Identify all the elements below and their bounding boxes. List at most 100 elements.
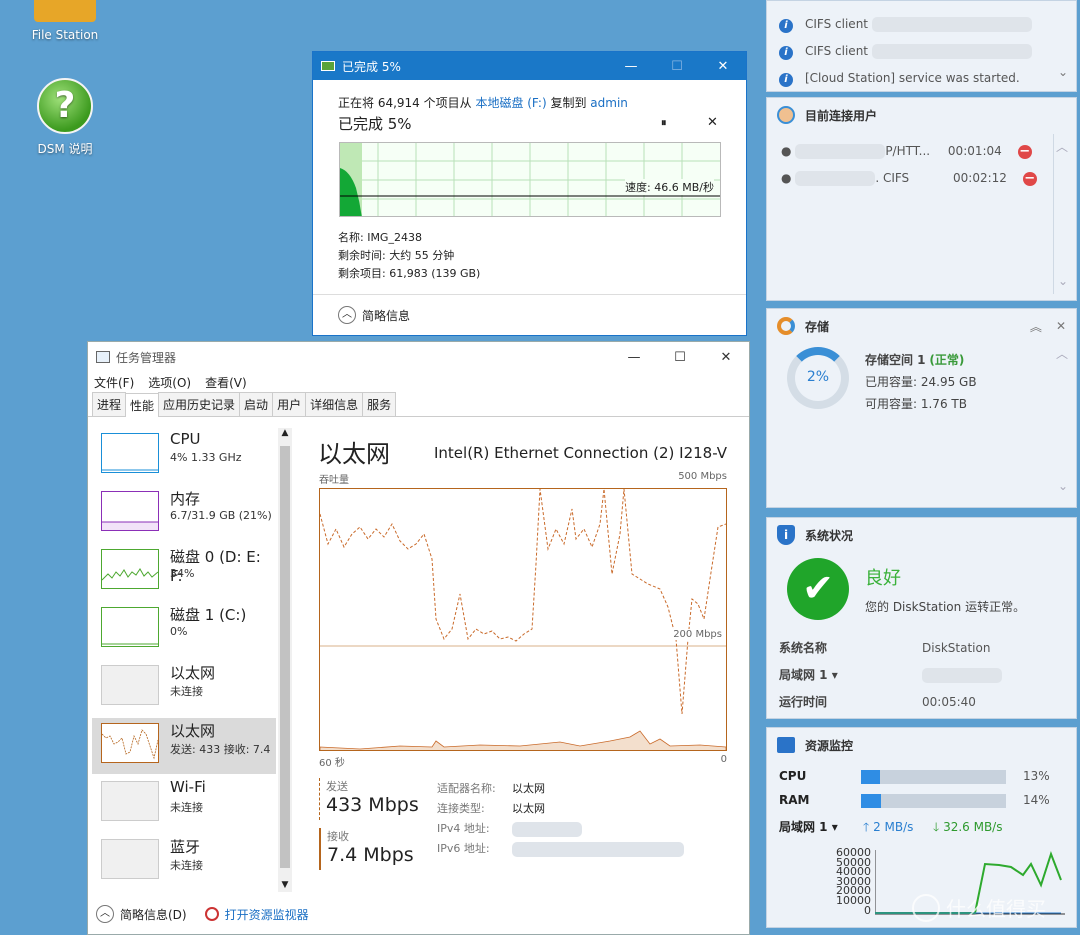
chevron-up-icon[interactable]: ︿ <box>1056 345 1068 362</box>
notification-item[interactable]: i [Cloud Station] service was started. <box>779 65 1032 92</box>
sidebar-item-wifi[interactable]: Wi-Fi 未连接 <box>92 776 276 832</box>
disconnect-button[interactable]: − <box>1022 172 1037 186</box>
sidebar-item-bluetooth[interactable]: 蓝牙 未连接 <box>92 834 276 890</box>
chevron-down-icon[interactable]: ⌄ <box>1058 274 1068 288</box>
chevron-up-icon[interactable]: ︿ <box>96 905 114 923</box>
menu-bar: 文件(F) 选项(O) 查看(V) <box>88 372 749 392</box>
memory-thumb <box>101 491 159 531</box>
copy-progress-dialog: 已完成 5% — ☐ ✕ 正在将 64,914 个项目从 本地磁盘 (F:) 复… <box>312 51 747 336</box>
copy-dialog-title: 已完成 5% <box>342 59 401 74</box>
chevron-up-icon[interactable]: ︿ <box>1056 138 1068 155</box>
sidebar-scrollbar[interactable]: ▲ ▼ <box>278 428 292 892</box>
system-name-label: 系统名称 <box>779 641 828 655</box>
connected-users-widget: 目前连接用户 ● P/HTT... 00:01:04 − ● . CIFS 00… <box>766 97 1077 301</box>
tab-app-history[interactable]: 应用历史记录 <box>158 392 241 416</box>
tab-services[interactable]: 服务 <box>362 392 397 416</box>
sidebar-item-disk1[interactable]: 磁盘 1 (C:) 0% <box>92 602 276 658</box>
tab-bar: 进程 性能 应用历史记录 启动 用户 详细信息 服务 <box>88 392 749 417</box>
chevron-down-icon[interactable]: ⌄ <box>1058 65 1068 79</box>
sidebar-item-label: 蓝牙 <box>170 838 201 856</box>
tm-close-button[interactable]: ✕ <box>703 350 749 365</box>
close-icon[interactable]: ✕ <box>1056 319 1066 333</box>
disconnect-button[interactable]: − <box>1017 145 1032 159</box>
sidebar-item-ethernet-1[interactable]: 以太网 未连接 <box>92 660 276 716</box>
storage-widget-header: 存储 ︽ ✕ <box>767 309 1076 343</box>
watermark: 什么值得买 <box>912 893 1046 922</box>
sidebar-item-cpu[interactable]: CPU 4% 1.33 GHz <box>92 428 276 484</box>
recv-label: 接收 <box>327 830 349 843</box>
ram-bar <box>861 794 1006 808</box>
ethernet-thumb <box>101 665 159 705</box>
users-title: 目前连接用户 <box>805 108 878 123</box>
notifications-widget: i CIFS client i CIFS client i [Cloud Statio… <box>766 0 1077 92</box>
ram-label: RAM <box>779 793 810 807</box>
cpu-thumb <box>101 433 159 473</box>
uptime-label: 运行时间 <box>779 695 828 709</box>
fewer-details-button[interactable]: 简略信息(D) <box>120 906 187 923</box>
lan-label[interactable]: 局域网 1 ▾ <box>779 662 838 689</box>
collapse-icon[interactable]: ︽ <box>1030 318 1042 335</box>
sidebar-item-sub: 6.7/31.9 GB (21%) <box>170 509 272 522</box>
task-manager-icon <box>96 351 110 363</box>
throughput-label: 吞吐量 <box>319 475 349 486</box>
tab-performance[interactable]: 性能 <box>125 393 160 417</box>
user-row: ● P/HTT... 00:01:04 − <box>781 138 1037 165</box>
open-resource-monitor-link[interactable]: 打开资源监视器 <box>225 906 309 923</box>
notification-item[interactable]: i CIFS client <box>779 38 1032 65</box>
pause-button[interactable]: ⏸ <box>661 116 667 130</box>
tm-minimize-button[interactable]: — <box>611 350 657 365</box>
person-icon: ● <box>781 171 792 185</box>
person-icon: ● <box>781 144 792 158</box>
notification-item[interactable]: i CIFS client <box>779 11 1032 38</box>
ipv6-value <box>512 839 684 859</box>
minimize-button[interactable]: — <box>608 59 654 74</box>
dest-link[interactable]: admin <box>590 96 628 110</box>
details-toggle[interactable]: ︿ 简略信息 <box>338 306 410 324</box>
sidebar-item-label: 内存 <box>170 490 201 508</box>
lan-select[interactable]: 局域网 1 ▾ <box>779 818 838 835</box>
notification-text: CIFS client <box>805 44 868 58</box>
monitor-icon <box>777 737 795 753</box>
monitor-title: 资源监控 <box>805 738 854 753</box>
sidebar-item-sub: 未连接 <box>170 685 203 698</box>
user-icon <box>777 106 795 124</box>
time-remaining: 剩余时间: 大约 55 分钟 <box>338 249 455 262</box>
dsm-help-shortcut[interactable]: ? DSM 说明 <box>20 78 110 157</box>
adapter-props-labels: 适配器名称: 连接类型: IPv4 地址: IPv6 地址: <box>437 779 496 859</box>
sidebar-item-ethernet-2[interactable]: 以太网 发送: 433 接收: 7.4 <box>92 718 276 774</box>
info-icon: i <box>779 46 793 60</box>
source-link[interactable]: 本地磁盘 (F:) <box>475 96 546 110</box>
ram-percent: 14% <box>1023 793 1050 807</box>
menu-file[interactable]: 文件(F) <box>94 374 134 391</box>
menu-options[interactable]: 选项(O) <box>148 374 191 391</box>
sidebar-item-sub: 4% 1.33 GHz <box>170 451 242 464</box>
adapter-title: Intel(R) Ethernet Connection (2) I218-V <box>434 444 727 462</box>
copy-speed-graph: 速度: 46.6 MB/秒 <box>339 142 721 217</box>
file-station-shortcut[interactable]: File Station <box>20 0 110 42</box>
chevron-up-icon: ︿ <box>338 306 356 324</box>
copy-dialog-titlebar[interactable]: 已完成 5% — ☐ ✕ <box>313 52 746 80</box>
health-status: 良好 <box>865 568 901 589</box>
chevron-down-icon[interactable]: ⌄ <box>1058 479 1068 493</box>
close-button[interactable]: ✕ <box>700 59 746 74</box>
sidebar-item-sub: 34% <box>170 567 195 580</box>
tab-users[interactable]: 用户 <box>272 392 307 416</box>
menu-view[interactable]: 查看(V) <box>205 374 247 391</box>
tm-maximize-button[interactable]: ☐ <box>657 350 703 365</box>
sidebar-item-disk0[interactable]: 磁盘 0 (D: E: F: 34% <box>92 544 276 600</box>
maximize-button: ☐ <box>671 58 683 74</box>
info-icon: i <box>779 19 793 33</box>
tab-details[interactable]: 详细信息 <box>305 392 364 416</box>
max-label: 500 Mbps <box>678 471 727 482</box>
scroll-thumb[interactable] <box>280 446 290 868</box>
tab-processes[interactable]: 进程 <box>92 392 127 416</box>
sidebar-item-memory[interactable]: 内存 6.7/31.9 GB (21%) <box>92 486 276 542</box>
monitor-widget-header: 资源监控 <box>767 728 1076 762</box>
tab-startup[interactable]: 启动 <box>239 392 274 416</box>
ipv6-label: IPv6 地址: <box>437 842 490 855</box>
task-manager-titlebar[interactable]: 任务管理器 — ☐ ✕ <box>88 342 749 372</box>
cancel-button[interactable]: ✕ <box>707 115 718 130</box>
ipv4-label: IPv4 地址: <box>437 822 490 835</box>
cpu-percent: 13% <box>1023 769 1050 783</box>
task-manager-title: 任务管理器 <box>116 350 177 365</box>
